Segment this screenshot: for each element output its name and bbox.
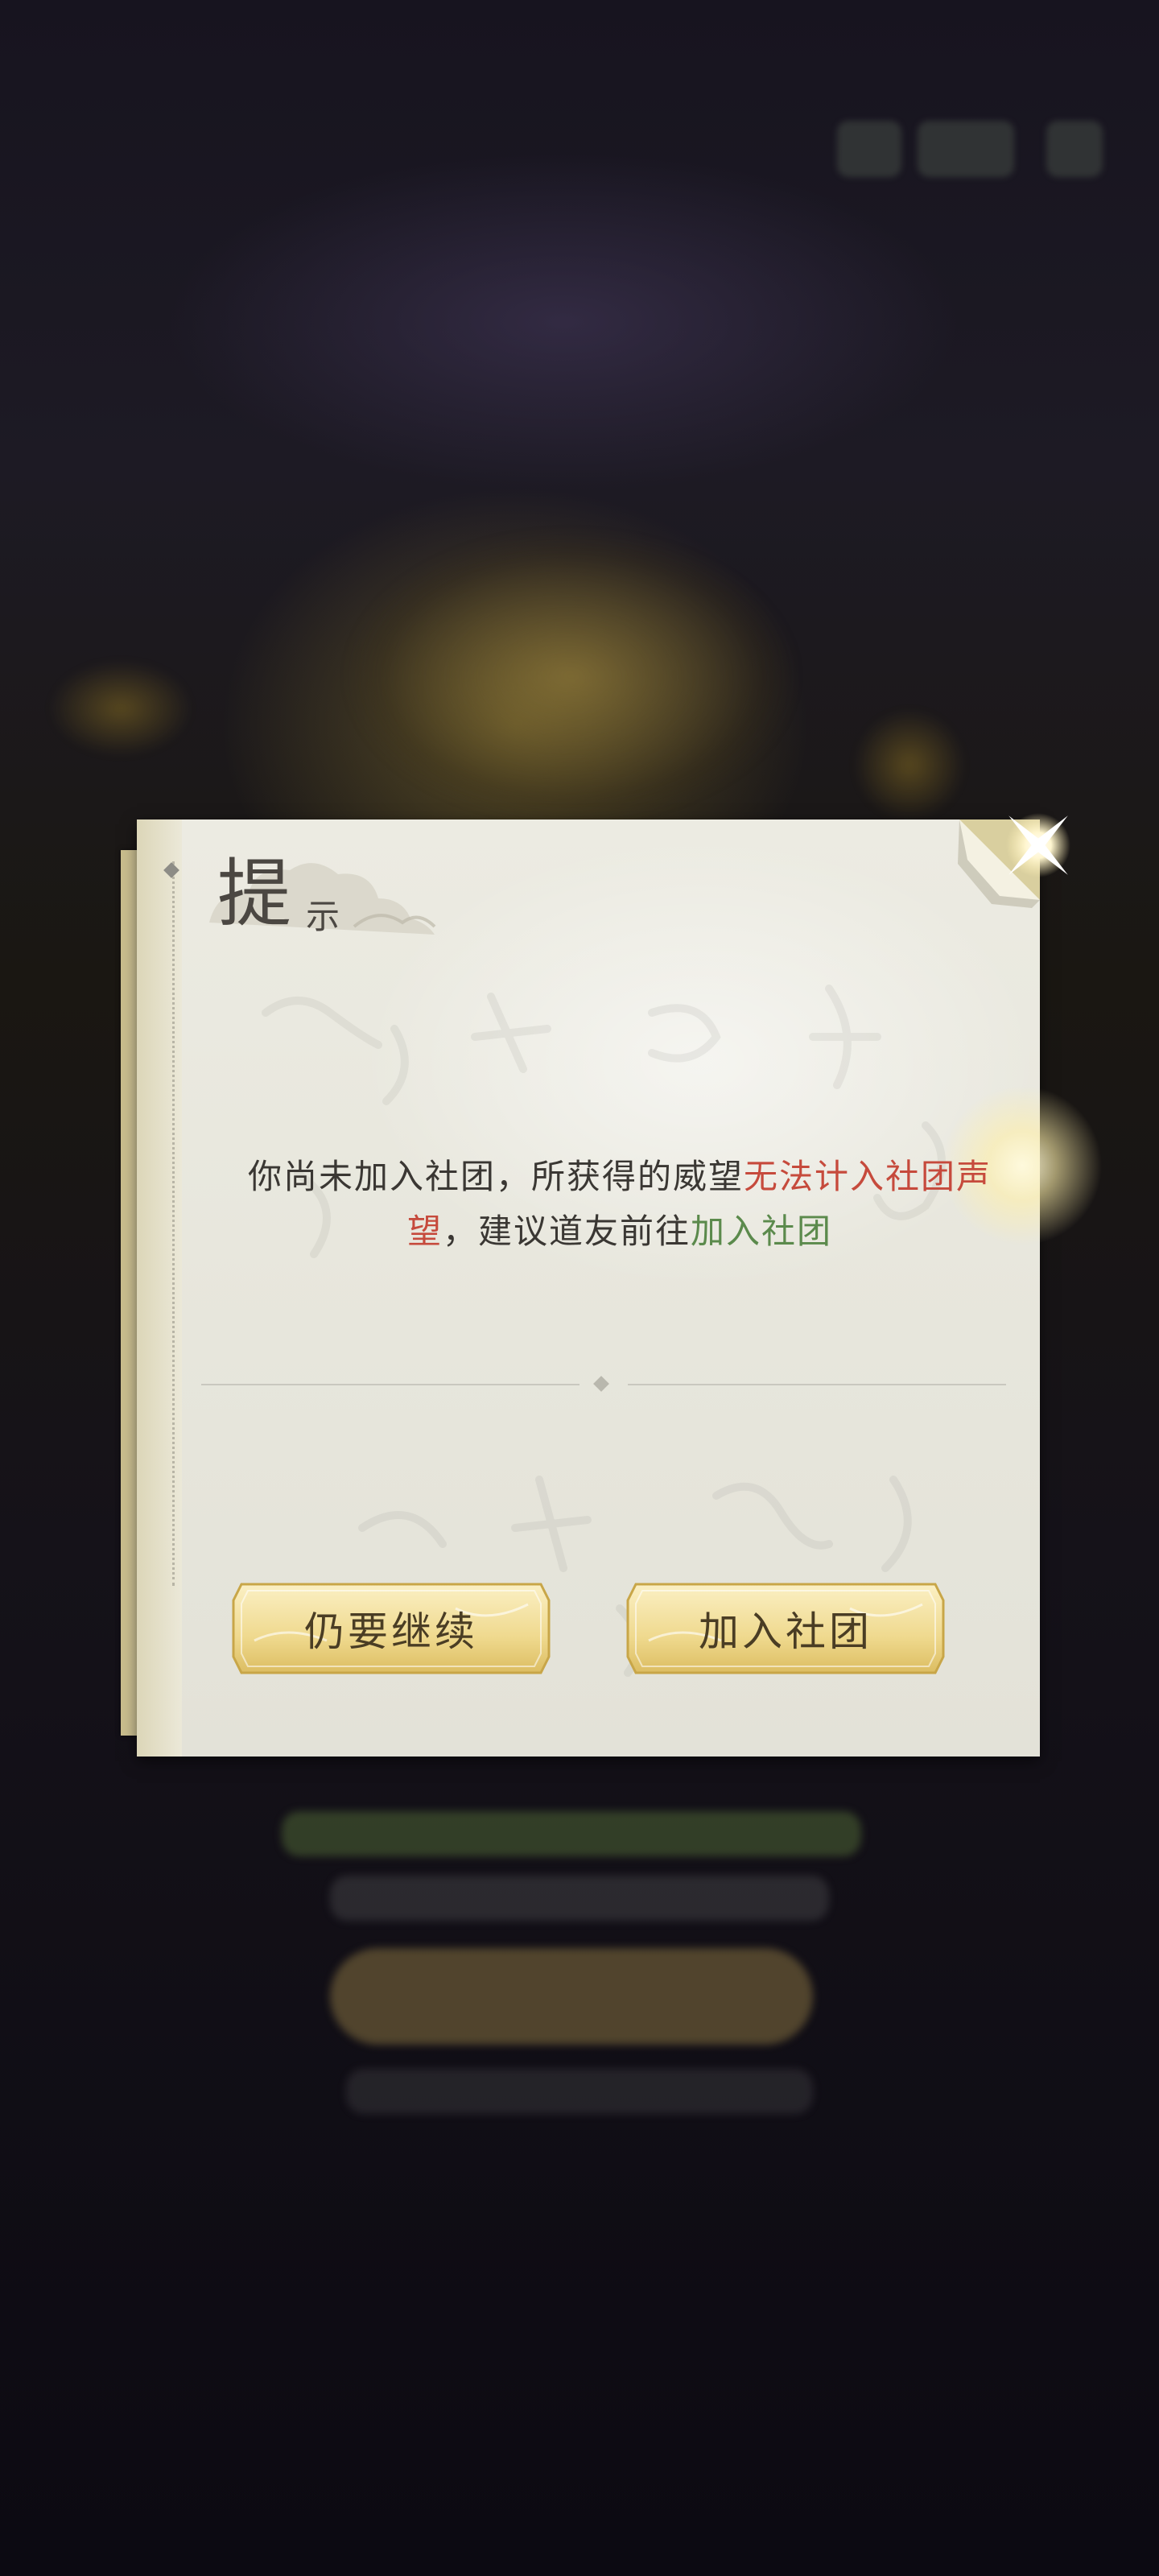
divider <box>201 1376 1006 1393</box>
prompt-dialog: 提 示 你尚未加入社团，所获得的威望无法计入社团声望，建议道友前往加入社团 仍要… <box>121 813 1103 1757</box>
background-top-icon <box>837 121 901 177</box>
background-glow <box>853 708 966 821</box>
dotted-rule <box>172 861 175 1586</box>
message-text: 你尚未加入社团，所获得的威望 <box>247 1157 744 1196</box>
background-top-icon <box>918 121 1014 177</box>
background-bar <box>330 1876 829 1921</box>
background-top-icon <box>1046 121 1103 177</box>
continue-anyway-label: 仍要继续 <box>304 1608 478 1655</box>
divider-diamond-icon <box>593 1376 609 1392</box>
background-glow <box>48 660 193 757</box>
dialog-title: 提 <box>217 851 292 937</box>
dialog-paper: 提 示 你尚未加入社团，所获得的威望无法计入社团声望，建议道友前往加入社团 仍要… <box>137 819 1103 1757</box>
background-button <box>330 1948 813 2045</box>
dialog-message: 你尚未加入社团，所获得的威望无法计入社团声望，建议道友前往加入社团 <box>217 1150 1022 1259</box>
background-bar <box>346 2069 813 2114</box>
dialog-title-suffix: 示 <box>306 897 340 936</box>
background-bar <box>282 1811 861 1856</box>
join-club-button[interactable]: 加入社团 <box>625 1576 947 1681</box>
close-sparkle-icon[interactable] <box>990 797 1087 894</box>
divider-line <box>628 1384 1006 1385</box>
continue-anyway-button[interactable]: 仍要继续 <box>230 1576 552 1681</box>
message-text: ，建议道友前往 <box>442 1212 691 1251</box>
background-banner <box>346 531 797 821</box>
divider-line <box>201 1384 580 1385</box>
join-club-label: 加入社团 <box>699 1608 872 1655</box>
message-highlight-action: 加入社团 <box>691 1212 833 1251</box>
paper-binding-strip <box>137 819 182 1757</box>
